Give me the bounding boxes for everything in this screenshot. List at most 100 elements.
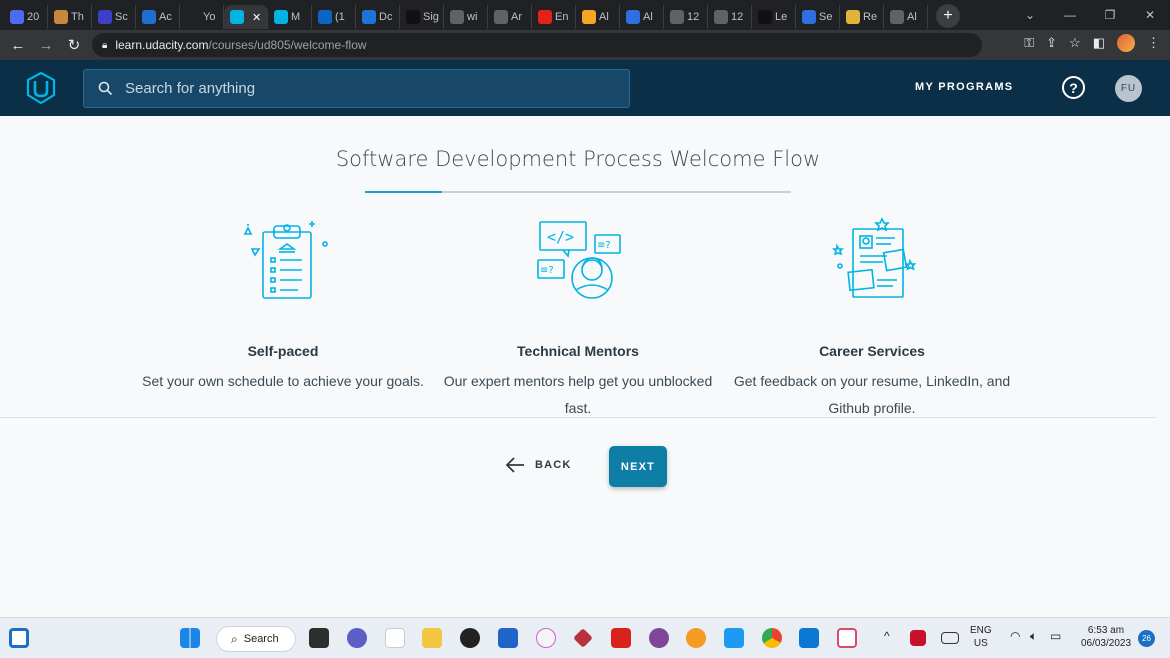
star-icon[interactable]: ☆: [1069, 35, 1081, 51]
browser-tab[interactable]: Le: [752, 5, 796, 29]
minimize-icon[interactable]: —: [1050, 0, 1090, 30]
menu-kebab-icon[interactable]: ⋮: [1147, 35, 1160, 51]
tab-favicon-icon: [98, 10, 112, 24]
tab-label: Sig: [423, 11, 439, 23]
tab-label: M: [291, 11, 301, 23]
browser-tab[interactable]: 20: [4, 5, 48, 29]
close-tab-icon[interactable]: ✕: [252, 11, 261, 24]
notification-badge[interactable]: 26: [1138, 630, 1155, 647]
itunes-icon[interactable]: [536, 628, 556, 648]
browser-tab[interactable]: Al: [620, 5, 664, 29]
browser-tab[interactable]: Al: [576, 5, 620, 29]
svg-text:≡?: ≡?: [597, 240, 611, 251]
browser-tab[interactable]: Re: [840, 5, 884, 29]
tab-label: Al: [599, 11, 609, 23]
tab-favicon-icon: [186, 10, 200, 24]
battery-icon[interactable]: ▭: [1050, 630, 1061, 643]
tray-chevron-icon[interactable]: ^: [884, 630, 890, 643]
browser-tab[interactable]: 12: [708, 5, 752, 29]
widgets-icon[interactable]: [9, 628, 29, 648]
back-arrow-icon[interactable]: ←: [4, 31, 32, 59]
vscode-icon[interactable]: [799, 628, 819, 648]
next-button[interactable]: NEXT: [609, 446, 667, 487]
tab-favicon-icon: [538, 10, 552, 24]
tab-label: Le: [775, 11, 788, 23]
tab-favicon-icon: [274, 10, 288, 24]
git-icon[interactable]: [573, 628, 593, 648]
os-taskbar: ⌕ Search ^ ENG US ◠ 🔈︎ ▭ 6:53 am 06/03/2…: [0, 617, 1170, 658]
media-player-icon[interactable]: [460, 628, 480, 648]
teams-chat-icon[interactable]: [347, 628, 367, 648]
browser-tab[interactable]: Ar: [488, 5, 532, 29]
browser-tab[interactable]: (1: [312, 5, 356, 29]
close-window-icon[interactable]: ✕: [1130, 0, 1170, 30]
clock-time: 6:53 am: [1087, 625, 1125, 636]
search-box[interactable]: [83, 69, 630, 108]
browser-tab[interactable]: Se: [796, 5, 840, 29]
tab-favicon-icon: [362, 10, 376, 24]
language-indicator[interactable]: ENG US: [970, 624, 992, 650]
snipping-tool-icon[interactable]: [837, 628, 857, 648]
tab-label: Ac: [159, 11, 172, 23]
browser-tab[interactable]: Dc: [356, 5, 400, 29]
store-icon[interactable]: [498, 628, 518, 648]
volume-icon[interactable]: 🔈︎: [1030, 630, 1037, 643]
acrobat-icon[interactable]: [611, 628, 631, 648]
amazon-icon[interactable]: [385, 628, 405, 648]
search-input[interactable]: [125, 80, 605, 97]
page-title: Software Development Process Welcome Flo…: [335, 147, 821, 171]
browser-tab[interactable]: M: [268, 5, 312, 29]
divider: [0, 417, 1156, 418]
browser-tab[interactable]: ✕: [224, 5, 268, 29]
wifi-icon[interactable]: ◠: [1010, 630, 1020, 643]
tab-favicon-icon: [494, 10, 508, 24]
browser-tab[interactable]: Yo: [180, 5, 224, 29]
keyboard-icon[interactable]: [941, 632, 959, 644]
browser-tab[interactable]: Ac: [136, 5, 180, 29]
browser-tab[interactable]: Sc: [92, 5, 136, 29]
tray-app-icon[interactable]: [910, 630, 926, 646]
window-controls: ⌄ — ❐ ✕: [1010, 0, 1170, 30]
task-view-icon[interactable]: [309, 628, 329, 648]
progress-bar: [365, 191, 791, 193]
sidebar-icon[interactable]: ◧: [1093, 35, 1105, 51]
forward-arrow-icon[interactable]: →: [32, 31, 60, 59]
reload-icon[interactable]: ↻: [60, 31, 88, 59]
key-icon[interactable]: ⚿: [1024, 35, 1034, 51]
file-explorer-icon[interactable]: [422, 628, 442, 648]
back-button[interactable]: BACK: [505, 457, 572, 473]
feature-heading: Self-paced: [247, 343, 319, 359]
browser-tab[interactable]: Sig: [400, 5, 444, 29]
clock[interactable]: 6:53 am 06/03/2023: [1076, 624, 1136, 650]
twitter-icon[interactable]: [724, 628, 744, 648]
user-avatar[interactable]: FU: [1115, 75, 1142, 102]
tab-favicon-icon: [318, 10, 332, 24]
region-code: US: [973, 638, 988, 649]
tab-favicon-icon: [230, 10, 244, 24]
browser-tab[interactable]: Al: [884, 5, 928, 29]
browser-tab[interactable]: 12: [664, 5, 708, 29]
browser-tab[interactable]: En: [532, 5, 576, 29]
tor-browser-icon[interactable]: [649, 628, 669, 648]
url-path: /courses/ud805/welcome-flow: [208, 38, 367, 52]
tab-search-icon[interactable]: ⌄: [1010, 0, 1050, 30]
profile-avatar[interactable]: [1117, 34, 1135, 52]
share-icon[interactable]: ⇪: [1046, 35, 1057, 51]
browser-tab[interactable]: Th: [48, 5, 92, 29]
my-programs-link[interactable]: MY PROGRAMS: [915, 81, 1013, 93]
udacity-logo-icon[interactable]: [24, 71, 58, 105]
chrome-icon[interactable]: [762, 628, 782, 648]
fl-studio-icon[interactable]: [686, 628, 706, 648]
browser-tab[interactable]: wi: [444, 5, 488, 29]
feature-heading: Technical Mentors: [517, 343, 639, 359]
tab-favicon-icon: [582, 10, 596, 24]
address-bar[interactable]: 🔒︎ learn.udacity.com/courses/ud805/welco…: [92, 33, 982, 57]
lock-icon: 🔒︎: [102, 39, 108, 51]
help-icon[interactable]: ?: [1062, 76, 1085, 99]
windows-start-icon[interactable]: [180, 628, 200, 648]
restore-icon[interactable]: ❐: [1090, 0, 1130, 30]
tab-favicon-icon: [450, 10, 464, 24]
new-tab-icon[interactable]: +: [936, 4, 960, 28]
tab-label: En: [555, 11, 569, 23]
taskbar-search[interactable]: ⌕ Search: [216, 626, 296, 652]
